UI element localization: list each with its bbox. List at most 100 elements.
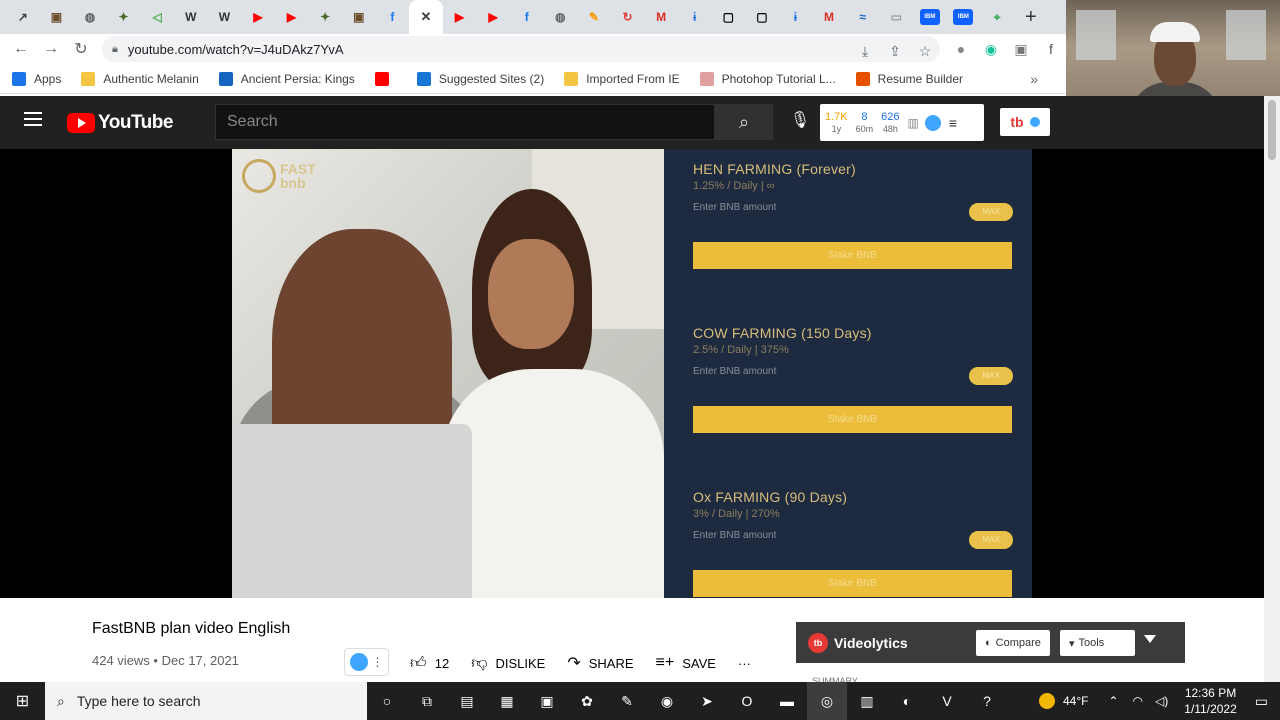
- browser-tab[interactable]: ≈: [846, 0, 880, 34]
- bookmark-item[interactable]: Photohop Tutorial L...: [699, 71, 836, 86]
- network-app-icon[interactable]: ▣: [527, 682, 567, 720]
- calculator-icon[interactable]: ▦: [487, 682, 527, 720]
- youtube-icon: [374, 71, 389, 86]
- paint-icon[interactable]: ✿: [567, 682, 607, 720]
- browser-tab[interactable]: ▢: [745, 0, 779, 34]
- dislike-button[interactable]: 👎︎ DISLIKE: [471, 654, 545, 673]
- tools-button[interactable]: ▾ Tools: [1060, 630, 1135, 656]
- zoom-icon[interactable]: ◉: [647, 682, 687, 720]
- bookmark-item[interactable]: [374, 71, 397, 86]
- bookmark-item[interactable]: Authentic Melanin: [81, 71, 199, 86]
- browser-tab[interactable]: f: [376, 0, 410, 34]
- status-dot-icon: [1029, 117, 1040, 127]
- telegram-icon[interactable]: ➤: [687, 682, 727, 720]
- tray-overflow-icon[interactable]: ⌃: [1108, 694, 1118, 708]
- office-icon[interactable]: ▥: [847, 682, 887, 720]
- notification-center-icon[interactable]: ▭: [1255, 693, 1268, 710]
- search-button[interactable]: ⌕: [715, 104, 773, 140]
- microphone-icon[interactable]: 🎙︎: [788, 110, 812, 134]
- help-icon[interactable]: ?: [967, 682, 1007, 720]
- browser-tab[interactable]: W: [174, 0, 208, 34]
- windows-start-icon[interactable]: ⊞: [0, 682, 45, 720]
- browser-tab[interactable]: M: [644, 0, 678, 34]
- bookmark-item[interactable]: Ancient Persia: Kings: [218, 71, 355, 86]
- extension-pill[interactable]: ⋮: [344, 648, 389, 676]
- forward-icon[interactable]: →: [36, 34, 66, 64]
- browser-tab[interactable]: ▶: [476, 0, 510, 34]
- extension-logo-icon[interactable]: [924, 114, 941, 131]
- browser-tab[interactable]: ↻: [611, 0, 645, 34]
- bookmark-item[interactable]: Resume Builder: [855, 71, 963, 86]
- install-icon[interactable]: ⤓: [850, 43, 880, 60]
- compare-button[interactable]: ◐ Compare: [976, 630, 1050, 656]
- farm-card: COW FARMING (150 Days) 2.5% / Daily | 375…: [693, 325, 1013, 433]
- star-icon[interactable]: ☆: [910, 43, 940, 60]
- pen-app-icon[interactable]: ✎: [607, 682, 647, 720]
- system-clock[interactable]: 12:36 PM 1/11/2022: [1184, 685, 1237, 717]
- vivaldi-icon[interactable]: V: [927, 682, 967, 720]
- bookmark-item[interactable]: Apps: [12, 71, 61, 86]
- address-bar[interactable]: 🔒︎ youtube.com/watch?v=J4uDAkz7YvA ⤓ ⇪ ☆: [102, 36, 940, 62]
- browser-tab[interactable]: ▣: [342, 0, 376, 34]
- browser-tab[interactable]: ▭: [879, 0, 913, 34]
- weather-widget[interactable]: 44°F: [1039, 693, 1088, 709]
- browser-tab[interactable]: ◍: [544, 0, 578, 34]
- cortana-icon[interactable]: ○: [367, 682, 407, 720]
- bookmarks-more-icon[interactable]: »: [1030, 71, 1038, 87]
- scrollbar-thumb[interactable]: [1268, 100, 1276, 160]
- browser-tab[interactable]: ✎: [577, 0, 611, 34]
- grammarly-icon[interactable]: ◉: [976, 41, 1006, 58]
- browser-tab[interactable]: ɨ: [779, 0, 813, 34]
- browser-tab[interactable]: ◍: [73, 0, 107, 34]
- bookmark-item[interactable]: Suggested Sites (2): [416, 71, 544, 86]
- browser-tab[interactable]: ⌖: [980, 0, 1014, 34]
- browser-tab[interactable]: ▢: [711, 0, 745, 34]
- browser-tab[interactable]: W: [208, 0, 242, 34]
- video-player[interactable]: FAST bnb HEN FARMING (Forever) 1.25% / Dai…: [0, 149, 1264, 598]
- browser-tab[interactable]: ↗: [6, 0, 40, 34]
- back-icon[interactable]: ←: [6, 34, 36, 64]
- browser-tab[interactable]: ✦: [308, 0, 342, 34]
- file-explorer-icon[interactable]: ▬: [767, 682, 807, 720]
- browser-tab[interactable]: IBM: [947, 0, 981, 34]
- browser-tab[interactable]: ✦: [107, 0, 141, 34]
- browser-tab[interactable]: IBM: [913, 0, 947, 34]
- wifi-icon[interactable]: ◠: [1133, 694, 1143, 708]
- notepad-icon[interactable]: ▤: [447, 682, 487, 720]
- browser-tab[interactable]: ▶: [275, 0, 309, 34]
- taskbar-search-input[interactable]: ⌕ Type here to search: [45, 682, 367, 720]
- reload-icon[interactable]: ↻: [66, 34, 96, 64]
- menu-lines-icon[interactable]: ≡: [949, 115, 957, 131]
- task-view-icon[interactable]: ⧉: [407, 682, 447, 720]
- opera-icon[interactable]: O: [727, 682, 767, 720]
- bar-chart-icon[interactable]: ▥: [908, 116, 919, 130]
- vidiq-stats-widget[interactable]: 1.7K 1y 8 60m 626 48h ▥ ≡: [820, 104, 984, 141]
- browser-tab[interactable]: ▶: [241, 0, 275, 34]
- save-button[interactable]: ≡+ SAVE: [656, 654, 716, 672]
- search-input[interactable]: Search: [215, 104, 715, 140]
- chrome-icon[interactable]: ◎: [807, 682, 847, 720]
- like-button[interactable]: 👍︎ 12: [410, 654, 449, 673]
- share-icon[interactable]: ⇪: [880, 43, 910, 60]
- collapse-caret-icon[interactable]: [1144, 635, 1156, 643]
- tubebuddy-button[interactable]: tb: [1000, 108, 1050, 136]
- facebook-extension-icon[interactable]: f: [1036, 41, 1066, 57]
- browser-tab[interactable]: ◁: [140, 0, 174, 34]
- more-actions-button[interactable]: ···: [738, 656, 751, 671]
- youtube-logo[interactable]: YouTube: [67, 112, 173, 134]
- browser-tab[interactable]: ɨ: [678, 0, 712, 34]
- share-button[interactable]: ↷ SHARE: [567, 653, 633, 673]
- menu-icon[interactable]: [24, 112, 42, 126]
- page-scrollbar[interactable]: [1264, 96, 1280, 682]
- edge-icon[interactable]: ◐: [887, 682, 927, 720]
- tab-active[interactable]: ✕: [409, 0, 443, 34]
- volume-icon[interactable]: ◁): [1155, 694, 1168, 708]
- browser-tab[interactable]: ▶: [443, 0, 477, 34]
- browser-tab[interactable]: f: [510, 0, 544, 34]
- extension-box-icon[interactable]: ▣: [1006, 41, 1036, 58]
- new-tab-button[interactable]: +: [1014, 0, 1048, 34]
- browser-tab[interactable]: M: [812, 0, 846, 34]
- bookmark-item[interactable]: Imported From IE: [564, 71, 680, 86]
- extension-puzzle-icon[interactable]: ●: [946, 41, 976, 57]
- browser-tab[interactable]: ▣: [40, 0, 74, 34]
